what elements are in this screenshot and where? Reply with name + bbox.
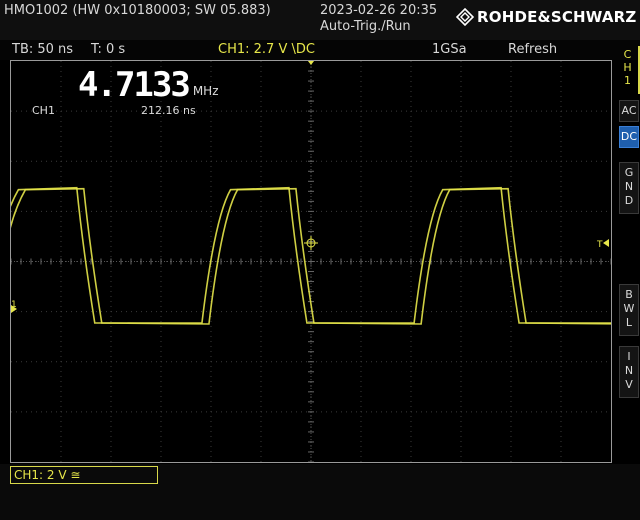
coupling-dc-button[interactable]: DC xyxy=(619,126,639,148)
trigger-mode: Auto-Trig./Run xyxy=(320,19,411,34)
trigger-level-label: T xyxy=(596,240,603,250)
waveform-canvas: 1T xyxy=(11,61,611,462)
sidebar-channel-label: C H 1 xyxy=(617,46,640,94)
timebase-readout[interactable]: TB: 50 ns xyxy=(12,42,73,57)
brand-text: ROHDE&SCHWARZ xyxy=(477,8,637,26)
sample-rate-readout: 1GSa xyxy=(432,42,467,57)
bottom-bar: CH1: 2 V ≅ xyxy=(0,464,640,520)
trigger-level-arrow xyxy=(603,239,609,247)
measurement-channel: CH1 xyxy=(32,104,55,117)
device-info: HMO1002 (HW 0x10180003; SW 05.883) xyxy=(4,3,271,18)
coupling-gnd-button[interactable]: GND xyxy=(619,162,639,214)
ground-marker-label: 1 xyxy=(11,300,17,310)
datetime: 2023-02-26 20:35 xyxy=(320,3,438,18)
acquisition-mode: Refresh xyxy=(508,42,558,57)
trigger-position-arrow xyxy=(308,61,314,65)
top-bar: HMO1002 (HW 0x10180003; SW 05.883) 2023-… xyxy=(0,0,640,40)
channel-trigger-setting[interactable]: CH1: 2.7 V \DC xyxy=(218,42,315,57)
trigger-time-readout[interactable]: T: 0 s xyxy=(91,42,125,57)
status-bar: TB: 50 ns T: 0 s CH1: 2.7 V \DC 1GSa Ref… xyxy=(0,40,640,60)
coupling-ac-button[interactable]: AC xyxy=(619,100,639,122)
invert-button[interactable]: INV xyxy=(619,346,639,398)
waveform-display[interactable]: 1T xyxy=(10,60,612,463)
frequency-value: 4.7133 xyxy=(78,65,191,105)
frequency-measurement: 4.7133 MHz xyxy=(78,65,219,105)
brand-logo: ROHDE&SCHWARZ xyxy=(456,8,637,26)
frequency-unit: MHz xyxy=(192,84,219,98)
period-value: 212.16 ns xyxy=(141,104,196,117)
channel-scale-box[interactable]: CH1: 2 V ≅ xyxy=(10,466,158,484)
bandwidth-limit-button[interactable]: BWL xyxy=(619,284,639,336)
rs-diamond-icon xyxy=(456,8,474,26)
